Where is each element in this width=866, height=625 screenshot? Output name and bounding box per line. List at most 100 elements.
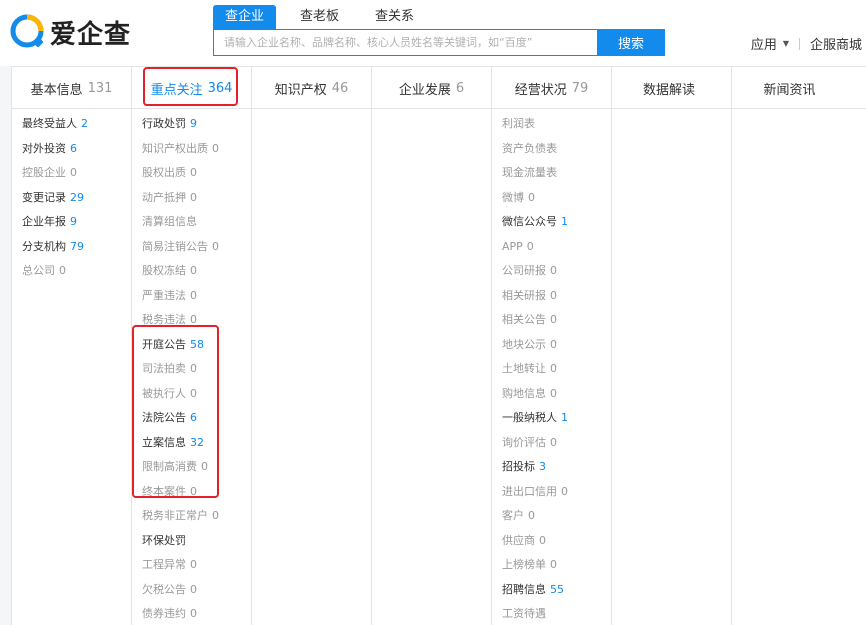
item-count: 2 [81, 117, 88, 130]
item-count: 0 [70, 166, 77, 179]
list-item[interactable]: 最终受益人 2 [12, 112, 131, 137]
item-label: 土地转让 [502, 362, 546, 375]
item-label: 行政处罚 [142, 117, 186, 130]
item-label: 严重违法 [142, 288, 186, 302]
item-label: 限制高消费 [142, 460, 197, 473]
item-count: 0 [190, 582, 197, 596]
list-item[interactable]: 工资待遇 [492, 602, 611, 625]
list-item[interactable]: 变更记录 29 [12, 186, 131, 211]
item-count: 0 [526, 239, 534, 253]
item-label: 简易注销公告 [142, 239, 208, 253]
item-count: 0 [190, 166, 197, 179]
item-label: 环保处罚 [142, 533, 186, 547]
category-ip[interactable]: 知识产权 46 [252, 67, 372, 109]
list-item[interactable]: 司法拍卖 0 [132, 357, 251, 382]
category-development[interactable]: 企业发展 6 [372, 67, 492, 109]
list-item[interactable]: 税务违法 0 [132, 308, 251, 333]
tab-search-boss[interactable]: 查老板 [288, 5, 351, 29]
list-item[interactable]: 终本案件 0 [132, 480, 251, 505]
item-label: 询价评估 [502, 435, 546, 449]
list-item[interactable]: 工程异常 0 [132, 553, 251, 578]
list-item[interactable]: 立案信息 32 [132, 431, 251, 456]
category-count: 46 [331, 80, 349, 96]
item-label: 股权出质 [142, 166, 186, 179]
list-item[interactable]: 相关公告 0 [492, 308, 611, 333]
item-label: 立案信息 [142, 435, 186, 449]
category-label: 新闻资讯 [763, 82, 816, 98]
list-item[interactable]: 债券违约 0 [132, 602, 251, 625]
item-count: 0 [212, 239, 219, 253]
item-count: 6 [190, 411, 197, 424]
list-item[interactable]: 进出口信用 0 [492, 480, 611, 505]
list-item[interactable]: 股权出质 0 [132, 161, 251, 186]
list-item[interactable]: 环保处罚 [132, 529, 251, 554]
list-item[interactable]: 股权冻结 0 [132, 259, 251, 284]
category-operations[interactable]: 经营状况 79 [492, 67, 612, 109]
item-count: 0 [190, 288, 197, 302]
list-item[interactable]: 简易注销公告 0 [132, 235, 251, 260]
item-label: 总公司 [22, 264, 55, 277]
search-input[interactable] [213, 29, 597, 56]
list-item[interactable]: 相关研报 0 [492, 284, 611, 309]
item-count: 0 [190, 362, 197, 375]
apps-menu[interactable]: 应用 ▼ [751, 34, 789, 53]
item-label: 微博 [502, 190, 524, 204]
header-divider [798, 37, 800, 50]
list-item[interactable]: 土地转让 0 [492, 357, 611, 382]
list-item[interactable]: 地块公示 0 [492, 333, 611, 358]
list-item[interactable]: 严重违法 0 [132, 284, 251, 309]
item-count: 0 [539, 533, 546, 547]
list-item[interactable]: 招投标 3 [492, 455, 611, 480]
list-item[interactable]: 企业年报 9 [12, 210, 131, 235]
list-item[interactable]: 购地信息 0 [492, 382, 611, 407]
list-item[interactable]: 限制高消费 0 [132, 455, 251, 480]
logo[interactable]: 爱企查 [10, 12, 131, 52]
list-item[interactable]: 总公司 0 [12, 259, 131, 284]
list-item[interactable]: 现金流量表 [492, 161, 611, 186]
column-operations: 利润表 资产负债表 现金流量表 微博 0 微信公众号 1 APP 0 公司研报 0 相关研报 0 相关公告… [492, 109, 612, 625]
category-focus[interactable]: 重点关注 364 [132, 67, 252, 109]
item-count: 0 [550, 288, 557, 302]
category-count: 79 [571, 80, 589, 96]
list-item[interactable]: 询价评估 0 [492, 431, 611, 456]
list-item[interactable]: APP 0 [492, 235, 611, 260]
category-basic-info[interactable]: 基本信息 131 [12, 67, 132, 109]
list-item[interactable]: 清算组信息 [132, 210, 251, 235]
tab-search-company[interactable]: 查企业 [213, 5, 277, 29]
list-item[interactable]: 税务非正常户 0 [132, 504, 251, 529]
list-item[interactable]: 对外投资 6 [12, 137, 131, 162]
list-item[interactable]: 开庭公告 58 [132, 333, 251, 358]
item-count: 79 [70, 239, 84, 253]
item-count: 6 [70, 141, 77, 155]
top-header: 爱企查 查企业 查老板 查关系 搜索 应用 ▼ 企服商城 [0, 0, 866, 66]
category-news[interactable]: 新闻资讯 [732, 67, 852, 109]
list-item[interactable]: 一般纳税人 1 [492, 406, 611, 431]
item-count: 0 [190, 484, 197, 498]
list-item[interactable]: 微信公众号 1 [492, 210, 611, 235]
category-data-analysis[interactable]: 数据解读 [612, 67, 732, 109]
list-item[interactable]: 知识产权出质 0 [132, 137, 251, 162]
list-item[interactable]: 客户 0 [492, 504, 611, 529]
list-item[interactable]: 控股企业 0 [12, 161, 131, 186]
list-item[interactable]: 分支机构 79 [12, 235, 131, 260]
list-item[interactable]: 微博 0 [492, 186, 611, 211]
list-item[interactable]: 上榜榜单 0 [492, 553, 611, 578]
mall-link[interactable]: 企服商城 [810, 34, 862, 53]
list-item[interactable]: 法院公告 6 [132, 406, 251, 431]
item-count: 29 [70, 190, 84, 204]
search-button[interactable]: 搜索 [597, 29, 665, 56]
list-item[interactable]: 资产负债表 [492, 137, 611, 162]
list-item[interactable]: 动产抵押 0 [132, 186, 251, 211]
item-count: 32 [190, 435, 204, 449]
list-item[interactable]: 招聘信息 55 [492, 578, 611, 603]
tab-search-relation[interactable]: 查关系 [363, 5, 426, 29]
list-item[interactable]: 公司研报 0 [492, 259, 611, 284]
item-count: 58 [190, 337, 204, 351]
list-item[interactable]: 利润表 [492, 112, 611, 137]
item-count: 9 [70, 215, 77, 228]
list-item[interactable]: 欠税公告 0 [132, 578, 251, 603]
list-item[interactable]: 行政处罚 9 [132, 112, 251, 137]
list-item[interactable]: 供应商 0 [492, 529, 611, 554]
item-count: 0 [550, 558, 557, 571]
list-item[interactable]: 被执行人 0 [132, 382, 251, 407]
